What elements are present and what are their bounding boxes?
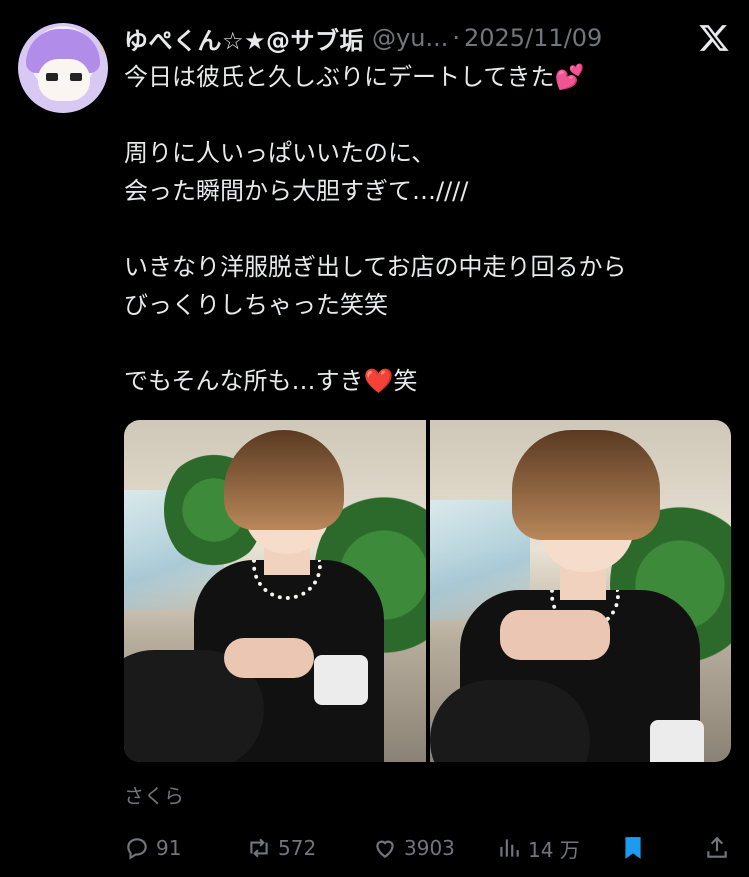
tweet-line-6-text: でもそんな所も…すき (124, 367, 364, 395)
separator-dot: · (452, 24, 460, 52)
x-logo-icon[interactable] (697, 22, 731, 54)
tweet-line-6: でもそんな所も…すき❤️笑 (124, 362, 734, 400)
tweet-line-1: 今日は彼氏と久しぶりにデートしてきた💕 (124, 63, 585, 91)
repost-button[interactable]: 572 (246, 835, 316, 861)
tweet-actions: 91 572 3903 14 万 (124, 830, 735, 866)
post-date[interactable]: 2025/11/09 (464, 24, 602, 52)
reply-button[interactable]: 91 (124, 835, 181, 861)
red-heart-emoji: ❤️ (363, 367, 394, 395)
media-gallery (124, 420, 731, 762)
tweet-line-3: 会った瞬間から大胆すぎて…//// (124, 177, 469, 205)
share-icon (707, 836, 727, 858)
repost-count: 572 (278, 836, 317, 860)
like-count: 3903 (404, 836, 455, 860)
source-label: さくら (124, 784, 184, 808)
tweet-line-4: いきなり洋服脱ぎ出してお店の中走り回るから (124, 253, 627, 281)
share-button[interactable] (704, 835, 730, 861)
tweet-header: ゆぺくん☆★@サブ垢 @yu... · 2025/11/09 (124, 20, 735, 56)
reply-count: 91 (156, 836, 182, 860)
views-button[interactable]: 14 万 (496, 834, 580, 863)
tweet-line-2: 周りに人いっぱいいたのに、 (124, 139, 436, 167)
photo-1[interactable] (124, 420, 426, 762)
bookmark-button[interactable] (620, 835, 646, 861)
tweet-line-6-end: 笑 (393, 367, 418, 395)
author-display-name[interactable]: ゆぺくん☆★@サブ垢 (124, 21, 364, 56)
tweet-line-5: びっくりしちゃった笑笑 (124, 291, 388, 319)
heart-icon (376, 840, 394, 858)
author-avatar[interactable]: ★ (18, 23, 108, 113)
author-handle[interactable]: @yu... (372, 24, 448, 52)
photo-2[interactable] (429, 420, 731, 762)
star-icon: ★ (98, 37, 108, 58)
tweet-text: 今日は彼氏と久しぶりにデートしてきた💕 周りに人いっぱいいたのに、会った瞬間から大… (124, 58, 734, 400)
views-icon (500, 839, 519, 857)
like-button[interactable]: 3903 (372, 835, 455, 861)
views-count: 14 万 (528, 837, 580, 862)
bookmark-icon (625, 837, 641, 859)
repost-icon (250, 838, 268, 858)
reply-icon (127, 838, 147, 860)
